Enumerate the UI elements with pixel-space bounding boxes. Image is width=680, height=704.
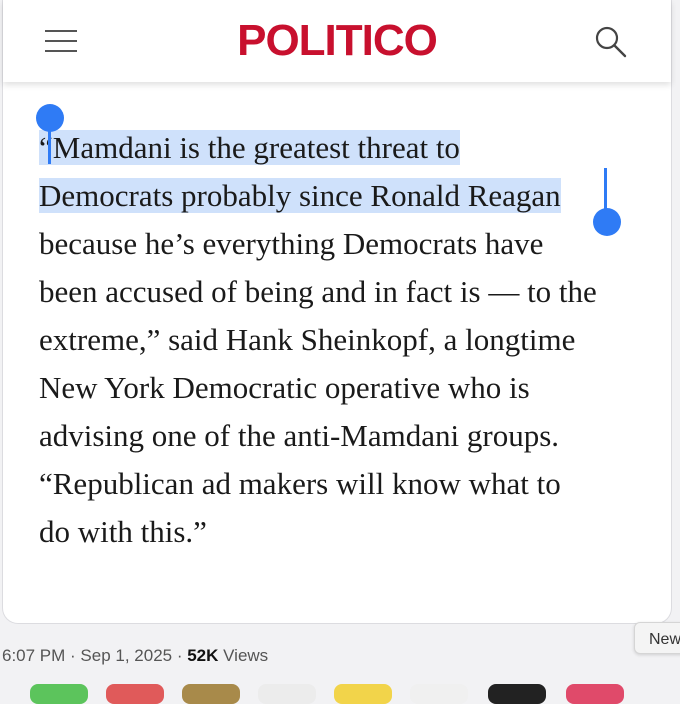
selection-end-caret	[604, 168, 607, 212]
dock-app-icon[interactable]	[106, 684, 164, 704]
dock-app-icon[interactable]	[566, 684, 624, 704]
article-card: POLITICO “Mamdani is the greatest threat…	[2, 0, 672, 624]
selection-start-caret	[48, 128, 51, 164]
body-line: been accused of being and in fact is — t…	[39, 274, 597, 309]
selection-end-handle[interactable]	[593, 208, 621, 236]
search-icon[interactable]	[593, 24, 629, 60]
body-line: do with this.”	[39, 514, 207, 549]
body-line: extreme,” said Hank Sheinkopf, a longtim…	[39, 322, 576, 357]
dock-app-icon[interactable]	[258, 684, 316, 704]
dock-app-icon[interactable]	[182, 684, 240, 704]
quote-line-1: “Mamdani is the greatest threat to	[39, 124, 649, 172]
body-line: “Republican ad makers will know what to	[39, 466, 561, 501]
timestamp: 6:07 PM · Sep 1, 2025 ·	[2, 646, 188, 665]
dock-app-icon[interactable]	[488, 684, 546, 704]
body-line: advising one of the anti-Mamdani groups.	[39, 418, 560, 453]
dock-app-icon[interactable]	[30, 684, 88, 704]
selected-text-1[interactable]: “Mamdani is the greatest threat to	[39, 130, 460, 165]
views-count: 52K	[187, 646, 219, 665]
body-line: because he’s everything Democrats have	[39, 226, 544, 261]
article-text: “Mamdani is the greatest threat to Democ…	[39, 124, 649, 556]
politico-header: POLITICO	[3, 0, 671, 82]
dock-app-icon[interactable]	[410, 684, 468, 704]
body-line: New York Democratic operative who is	[39, 370, 530, 405]
selected-text-2[interactable]: Democrats probably since Ronald Reagan	[39, 178, 561, 213]
quote-line-2: Democrats probably since Ronald Reagan	[39, 172, 649, 220]
politico-logo[interactable]: POLITICO	[3, 16, 671, 66]
views-label: Views	[218, 646, 269, 665]
post-meta: 6:07 PM · Sep 1, 2025 · 52K Views	[2, 646, 268, 666]
new-posts-chip[interactable]: New	[634, 622, 680, 654]
dock-app-icon[interactable]	[334, 684, 392, 704]
